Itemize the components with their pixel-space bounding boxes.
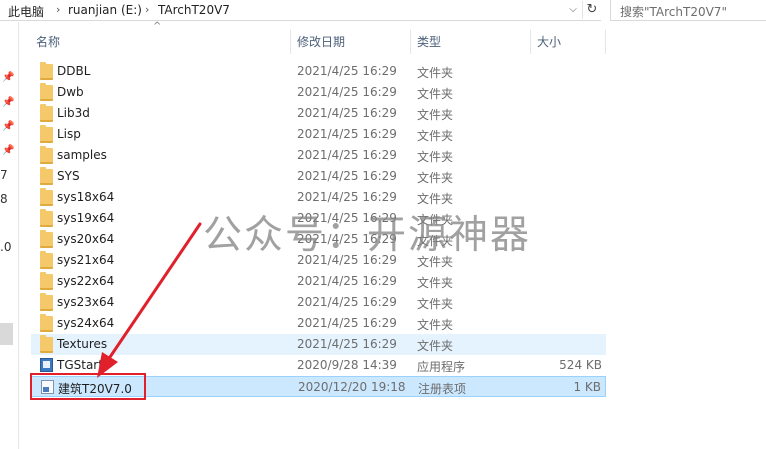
file-type: 文件夹 [417, 129, 454, 143]
file-name: Textures [57, 337, 108, 351]
file-name: sys24x64 [57, 316, 115, 330]
file-row[interactable]: samples 2021/4/25 16:29 文件夹 [31, 145, 606, 166]
column-divider[interactable] [290, 30, 291, 54]
file-type: 应用程序 [417, 360, 466, 374]
file-name: Lisp [57, 127, 81, 141]
folder-icon [40, 335, 53, 353]
file-date: 2021/4/25 16:29 [297, 274, 397, 288]
chevron-right-icon[interactable]: › [56, 3, 60, 16]
folder-icon [40, 293, 53, 311]
folder-icon [40, 125, 53, 143]
file-type: 文件夹 [417, 66, 454, 80]
pin-icon[interactable]: 📌 [2, 121, 14, 132]
breadcrumb-drive[interactable]: ruanjian (E:) [68, 3, 142, 17]
nav-item-fragment[interactable]: .0 [0, 240, 11, 254]
folder-icon [40, 314, 53, 332]
search-placeholder: 搜索"TArchT20V7" [620, 5, 727, 19]
file-row[interactable]: sys24x64 2021/4/25 16:29 文件夹 [31, 313, 606, 334]
file-row[interactable]: Lisp 2021/4/25 16:29 文件夹 [31, 124, 606, 145]
column-divider[interactable] [605, 30, 606, 54]
folder-icon [40, 209, 53, 227]
breadcrumb-this-pc[interactable]: 此电脑 [8, 3, 44, 20]
file-date: 2020/9/28 14:39 [297, 358, 397, 372]
chevron-right-icon[interactable]: › [145, 3, 149, 16]
folder-icon [40, 62, 53, 80]
file-name: sys20x64 [57, 232, 115, 246]
file-date: 2021/4/25 16:29 [297, 190, 397, 204]
file-date: 2021/4/25 16:29 [297, 148, 397, 162]
breadcrumb-folder[interactable]: TArchT20V7 [158, 3, 230, 17]
file-date: 2021/4/25 16:29 [297, 64, 397, 78]
nav-item-fragment[interactable]: 8 [0, 192, 8, 206]
column-header-size[interactable]: 大小 [537, 30, 561, 54]
pin-icon[interactable]: 📌 [2, 97, 14, 108]
nav-selected-item[interactable] [0, 323, 13, 345]
file-type: 文件夹 [417, 87, 454, 101]
file-row[interactable]: Textures 2021/4/25 16:29 文件夹 [31, 334, 606, 355]
annotation-highlight-box [30, 373, 146, 400]
file-date: 2021/4/25 16:29 [297, 295, 397, 309]
nav-item-fragment[interactable]: 7 [0, 168, 8, 182]
column-header-name[interactable]: 名称 [36, 30, 60, 54]
file-type: 文件夹 [417, 150, 454, 164]
file-name: sys23x64 [57, 295, 115, 309]
app-icon [40, 358, 53, 372]
watermark-text: 公众号：开源神器 [203, 213, 532, 258]
file-row[interactable]: DDBL 2021/4/25 16:29 文件夹 [31, 61, 606, 82]
file-name: sys18x64 [57, 190, 115, 204]
search-input[interactable]: 搜索"TArchT20V7" [610, 0, 766, 21]
pin-icon[interactable]: 📌 [2, 72, 14, 83]
file-date: 2021/4/25 16:29 [297, 337, 397, 351]
file-name: sys19x64 [57, 211, 115, 225]
file-name: SYS [57, 169, 80, 183]
column-header-type[interactable]: 类型 [417, 30, 441, 54]
file-type: 注册表项 [418, 382, 467, 396]
file-row[interactable]: sys22x64 2021/4/25 16:29 文件夹 [31, 271, 606, 292]
file-type: 文件夹 [417, 297, 454, 311]
file-row[interactable]: Lib3d 2021/4/25 16:29 文件夹 [31, 103, 606, 124]
folder-icon [40, 104, 53, 122]
folder-icon [40, 188, 53, 206]
chevron-down-icon[interactable]: ⌵ [566, 2, 580, 18]
navigation-pane[interactable]: 📌 📌 📌 📌 7 8 .0 [0, 22, 19, 449]
folder-icon [40, 230, 53, 248]
file-date: 2021/4/25 16:29 [297, 316, 397, 330]
pin-icon[interactable]: 📌 [2, 145, 14, 156]
refresh-icon[interactable]: ↻ [582, 1, 601, 19]
column-divider[interactable] [410, 30, 411, 54]
file-name: Dwb [57, 85, 84, 99]
file-name: DDBL [57, 64, 91, 78]
file-type: 文件夹 [417, 339, 454, 353]
sort-ascending-icon: ^ [153, 21, 162, 32]
file-size: 524 KB [559, 358, 602, 372]
folder-icon [40, 146, 53, 164]
file-date: 2021/4/25 16:29 [297, 127, 397, 141]
file-date: 2020/12/20 19:18 [298, 380, 406, 394]
file-type: 文件夹 [417, 171, 454, 185]
file-type: 文件夹 [417, 318, 454, 332]
address-bar: 此电脑 › ruanjian (E:) › TArchT20V7 ⌵ ↻ 搜索"… [0, 0, 766, 22]
file-row[interactable]: Dwb 2021/4/25 16:29 文件夹 [31, 82, 606, 103]
folder-icon [40, 251, 53, 269]
file-name: samples [57, 148, 107, 162]
file-date: 2021/4/25 16:29 [297, 85, 397, 99]
file-type: 文件夹 [417, 276, 454, 290]
file-row[interactable]: sys23x64 2021/4/25 16:29 文件夹 [31, 292, 606, 313]
folder-icon [40, 167, 53, 185]
file-date: 2021/4/25 16:29 [297, 106, 397, 120]
breadcrumb[interactable]: 此电脑 › ruanjian (E:) › TArchT20V7 ⌵ ↻ [0, 0, 601, 21]
file-date: 2021/4/25 16:29 [297, 169, 397, 183]
column-header-date[interactable]: 修改日期 [297, 30, 345, 54]
folder-icon [40, 83, 53, 101]
file-size: 1 KB [573, 380, 601, 394]
file-type: 文件夹 [417, 108, 454, 122]
file-name: sys22x64 [57, 274, 115, 288]
file-name: Lib3d [57, 106, 90, 120]
folder-icon [40, 272, 53, 290]
file-name: sys21x64 [57, 253, 115, 267]
column-divider[interactable] [530, 30, 531, 54]
file-row[interactable]: SYS 2021/4/25 16:29 文件夹 [31, 166, 606, 187]
file-name: TGStart [57, 358, 103, 372]
